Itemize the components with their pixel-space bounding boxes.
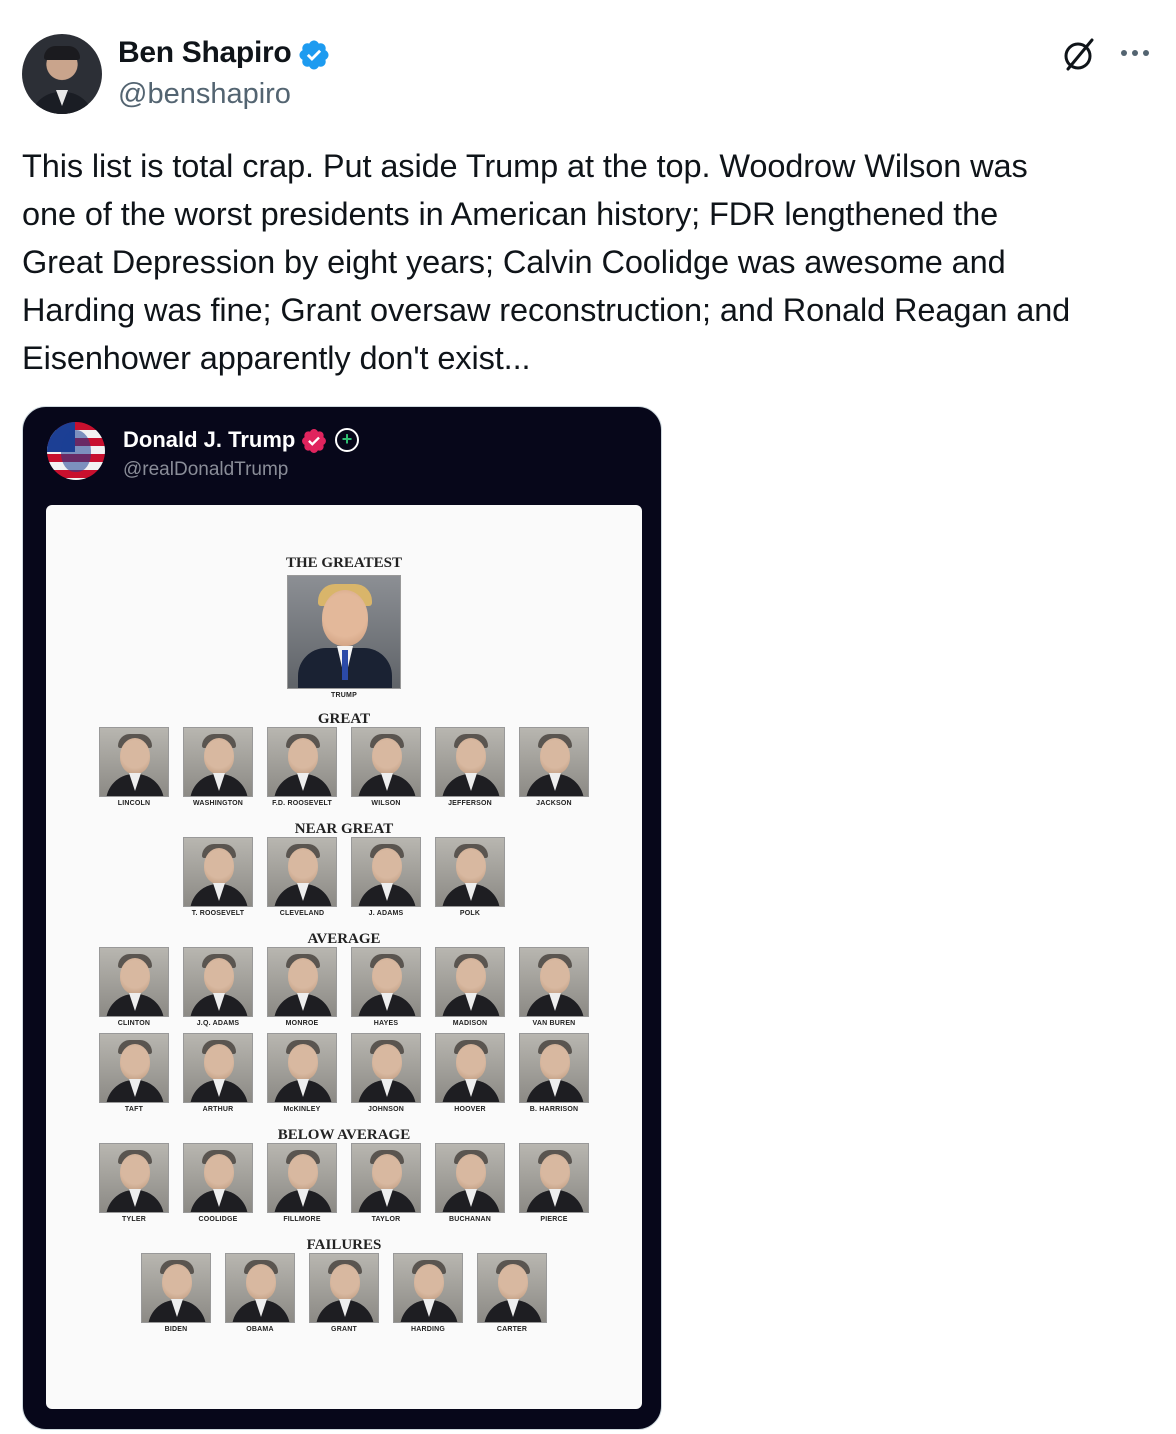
portrait-taylor — [351, 1143, 421, 1213]
tier-label-greatest: THE GREATEST — [285, 555, 403, 571]
president-name-label: TAFT — [124, 1106, 144, 1113]
president-name-label: TYLER — [122, 1216, 146, 1223]
grok-icon[interactable] — [1060, 36, 1098, 74]
president-name-label: JACKSON — [536, 800, 572, 807]
portrait-biden — [141, 1253, 211, 1323]
tier-label-great: GREAT — [317, 711, 371, 727]
portrait-arthur — [183, 1033, 253, 1103]
portrait-carter — [477, 1253, 547, 1323]
quoted-author-handle: @realDonaldTrump — [123, 459, 289, 480]
president-name-label: T. ROOSEVELT — [191, 910, 245, 917]
president-name-label: COOLIDGE — [198, 1216, 238, 1223]
president-ranking-chart: THE GREATEST TRUMP GREAT LINCOLN WASHINGTON F… — [46, 505, 642, 1409]
portrait-trump — [287, 575, 401, 689]
portrait-taft — [99, 1033, 169, 1103]
president-name-label: PIERCE — [540, 1216, 568, 1223]
author-handle[interactable]: @benshapiro — [118, 78, 291, 111]
portrait-j-q-adams — [183, 947, 253, 1017]
portrait-lincoln — [99, 727, 169, 797]
president-name-label: CARTER — [496, 1326, 528, 1333]
president-name-label: BIDEN — [164, 1326, 188, 1333]
president-name-label: HARDING — [410, 1326, 446, 1333]
president-name-label: GRANT — [331, 1326, 357, 1333]
portrait-cleveland — [267, 837, 337, 907]
president-name-label: B. HARRISON — [529, 1106, 579, 1113]
portrait-van-buren — [519, 947, 589, 1017]
portrait-hayes — [351, 947, 421, 1017]
portrait-madison — [435, 947, 505, 1017]
portrait-harding — [393, 1253, 463, 1323]
president-name-label: J. ADAMS — [368, 910, 404, 917]
tweet: Ben Shapiro @benshapiro This list is tot… — [0, 0, 1176, 1434]
portrait-jefferson — [435, 727, 505, 797]
president-name-label: J.Q. ADAMS — [196, 1020, 240, 1027]
author-avatar[interactable] — [22, 34, 102, 114]
president-name-label: CLEVELAND — [279, 910, 325, 917]
portrait-grant — [309, 1253, 379, 1323]
president-name-label: VAN BUREN — [532, 1020, 576, 1027]
quoted-author-name: Donald J. Trump — [123, 427, 296, 452]
president-name-label: McKINLEY — [283, 1106, 321, 1113]
portrait-buchanan — [435, 1143, 505, 1213]
president-name-label: TAYLOR — [371, 1216, 401, 1223]
president-name-label: WASHINGTON — [192, 800, 244, 807]
portrait-j-adams — [351, 837, 421, 907]
tier-label-failures: FAILURES — [306, 1237, 382, 1253]
portrait-tyler — [99, 1143, 169, 1213]
portrait-t-roosevelt — [183, 837, 253, 907]
president-name-label: WILSON — [371, 800, 401, 807]
tier-label-average: AVERAGE — [307, 931, 381, 947]
portrait-mckinley — [267, 1033, 337, 1103]
portrait-jackson — [519, 727, 589, 797]
president-name-label: OBAMA — [246, 1326, 274, 1333]
portrait-hoover — [435, 1033, 505, 1103]
president-name-label: JOHNSON — [367, 1106, 405, 1113]
president-name-label: MONROE — [285, 1020, 319, 1027]
president-name-label: MADISON — [452, 1020, 488, 1027]
portrait-johnson — [351, 1033, 421, 1103]
more-icon[interactable] — [1117, 38, 1153, 68]
president-name-label: HAYES — [373, 1020, 399, 1027]
portrait-fillmore — [267, 1143, 337, 1213]
portrait-monroe — [267, 947, 337, 1017]
portrait-wilson — [351, 727, 421, 797]
president-name-label: ARTHUR — [202, 1106, 234, 1113]
portrait-polk — [435, 837, 505, 907]
plus-circle-icon: + — [335, 428, 359, 452]
verified-badge-icon — [302, 429, 326, 453]
president-name-label: FILLMORE — [283, 1216, 321, 1223]
president-name-label: POLK — [459, 910, 481, 917]
president-name-label: BUCHANAN — [448, 1216, 492, 1223]
tweet-text: This list is total crap. Put aside Trump… — [22, 148, 1071, 376]
president-name-label: TRUMP — [331, 692, 357, 699]
portrait-b-harrison — [519, 1033, 589, 1103]
tier-label-below-average: BELOW AVERAGE — [277, 1127, 411, 1143]
embedded-image[interactable]: Donald J. Trump + @realDonaldTrump THE G… — [22, 406, 662, 1430]
president-name-label: CLINTON — [117, 1020, 151, 1027]
president-name-label: LINCOLN — [117, 800, 151, 807]
portrait-pierce — [519, 1143, 589, 1213]
president-name-label: F.D. ROOSEVELT — [272, 800, 332, 807]
portrait-coolidge — [183, 1143, 253, 1213]
portrait-clinton — [99, 947, 169, 1017]
verified-badge-icon — [299, 40, 329, 70]
president-name-label: HOOVER — [454, 1106, 486, 1113]
author-name[interactable]: Ben Shapiro — [118, 36, 292, 70]
portrait-obama — [225, 1253, 295, 1323]
quoted-author-avatar — [47, 422, 105, 480]
portrait-washington — [183, 727, 253, 797]
portrait-f-d-roosevelt — [267, 727, 337, 797]
president-name-label: JEFFERSON — [448, 800, 492, 807]
tier-label-near-great: NEAR GREAT — [294, 821, 394, 837]
